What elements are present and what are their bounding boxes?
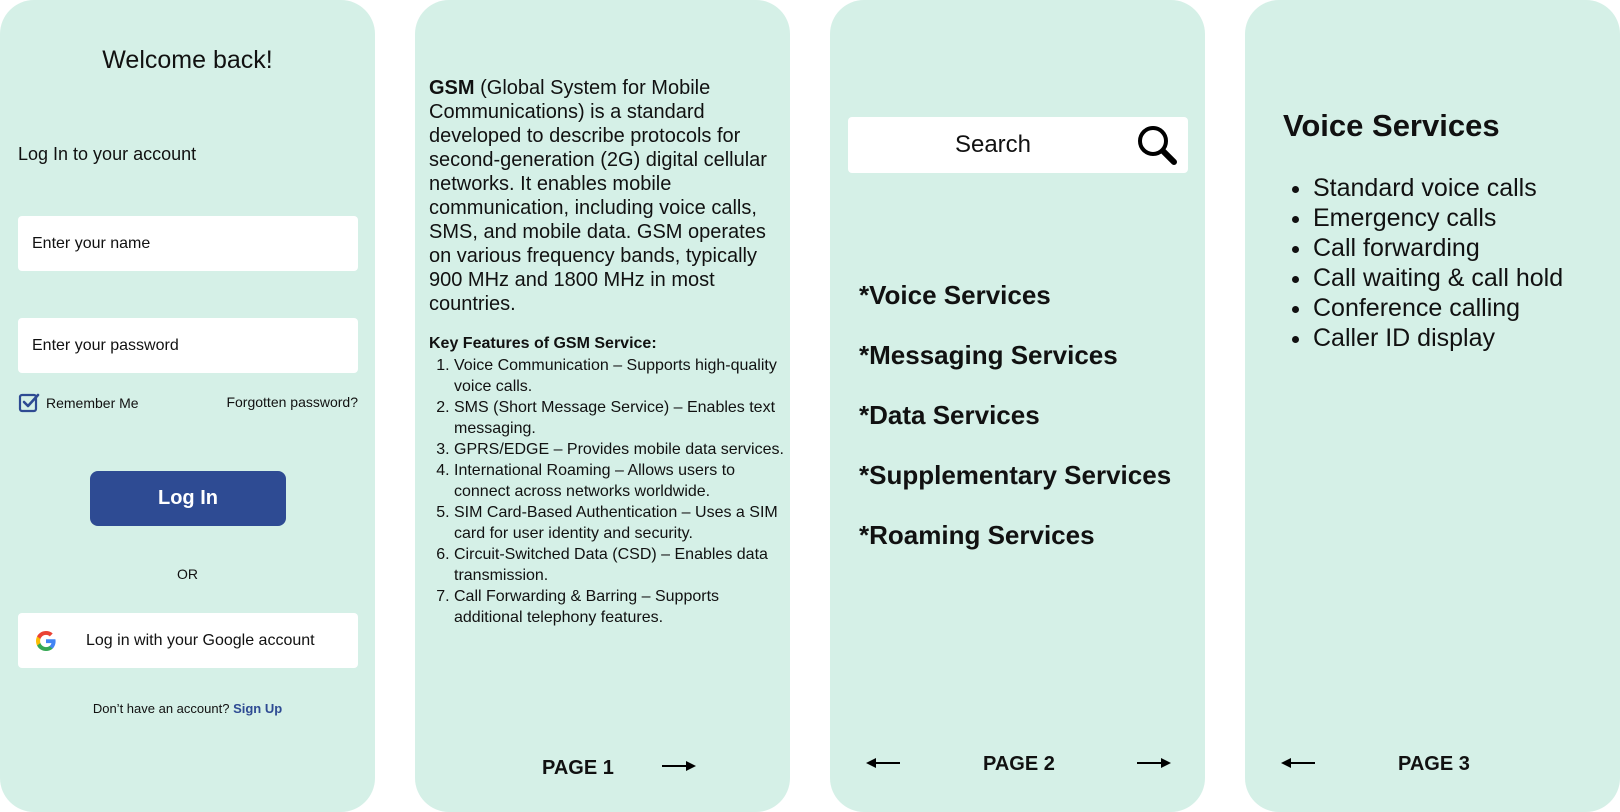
page-label: PAGE 3 xyxy=(1398,753,1470,775)
page-label: PAGE 2 xyxy=(983,753,1055,775)
feature-item: SIM Card-Based Authentication – Uses a S… xyxy=(454,502,784,544)
feature-item: SMS (Short Message Service) – Enables te… xyxy=(454,397,784,439)
service-messaging[interactable]: *Messaging Services xyxy=(859,340,1118,371)
password-field[interactable] xyxy=(18,318,358,373)
gsm-intro-paragraph: GSM (Global System for Mobile Communicat… xyxy=(429,76,777,316)
list-item: Call forwarding xyxy=(1313,233,1563,263)
google-icon xyxy=(36,630,56,651)
features-list: Voice Communication – Supports high-qual… xyxy=(429,355,784,628)
gsm-intro-text: (Global System for Mobile Communications… xyxy=(429,77,767,315)
arrow-right-icon[interactable] xyxy=(661,759,697,773)
login-subtitle: Log In to your account xyxy=(18,144,197,164)
list-item: Call waiting & call hold xyxy=(1313,263,1563,293)
services-panel: *Voice Services *Messaging Services *Dat… xyxy=(830,0,1205,812)
search-icon[interactable] xyxy=(1136,124,1178,166)
page-label: PAGE 1 xyxy=(542,757,614,779)
forgot-password-link[interactable]: Forgotten password? xyxy=(226,394,358,410)
feature-item: Voice Communication – Supports high-qual… xyxy=(454,355,784,397)
feature-item: International Roaming – Allows users to … xyxy=(454,460,784,502)
service-roaming[interactable]: *Roaming Services xyxy=(859,520,1095,551)
gsm-intro-bold: GSM xyxy=(429,77,475,99)
or-divider: OR xyxy=(177,566,198,582)
checkbox-checked-icon[interactable] xyxy=(18,392,40,414)
remember-me-toggle[interactable]: Remember Me xyxy=(18,392,139,414)
signup-link[interactable]: Sign Up xyxy=(233,701,282,716)
gsm-info-panel: GSM (Global System for Mobile Communicat… xyxy=(415,0,790,812)
voice-services-title: Voice Services xyxy=(1283,108,1500,143)
list-item: Caller ID display xyxy=(1313,323,1563,353)
google-login-label: Log in with your Google account xyxy=(86,631,315,649)
voice-services-list: Standard voice calls Emergency calls Cal… xyxy=(1283,173,1563,353)
arrow-left-icon[interactable] xyxy=(865,756,901,770)
remember-me-label: Remember Me xyxy=(46,395,139,411)
search-bar xyxy=(848,117,1188,173)
feature-item: Call Forwarding & Barring – Supports add… xyxy=(454,586,784,628)
welcome-heading: Welcome back! xyxy=(102,46,273,74)
service-supplementary[interactable]: *Supplementary Services xyxy=(859,460,1171,491)
service-voice[interactable]: *Voice Services xyxy=(859,280,1051,311)
signup-line: Don’t have an account? Sign Up xyxy=(0,701,375,716)
features-title: Key Features of GSM Service: xyxy=(429,335,657,352)
login-panel: Welcome back! Log In to your account Rem… xyxy=(0,0,375,812)
list-item: Standard voice calls xyxy=(1313,173,1563,203)
login-button[interactable]: Log In xyxy=(90,471,286,526)
name-field[interactable] xyxy=(18,216,358,271)
service-data[interactable]: *Data Services xyxy=(859,400,1040,431)
list-item: Conference calling xyxy=(1313,293,1563,323)
arrow-left-icon[interactable] xyxy=(1280,756,1316,770)
arrow-right-icon[interactable] xyxy=(1136,756,1172,770)
google-login-button[interactable]: Log in with your Google account xyxy=(18,613,358,668)
search-input[interactable] xyxy=(856,130,1130,160)
list-item: Emergency calls xyxy=(1313,203,1563,233)
signup-prompt: Don’t have an account? xyxy=(92,701,230,716)
feature-item: Circuit-Switched Data (CSD) – Enables da… xyxy=(454,544,784,586)
voice-services-panel: Voice Services Standard voice calls Emer… xyxy=(1245,0,1620,812)
feature-item: GPRS/EDGE – Provides mobile data service… xyxy=(454,439,784,460)
